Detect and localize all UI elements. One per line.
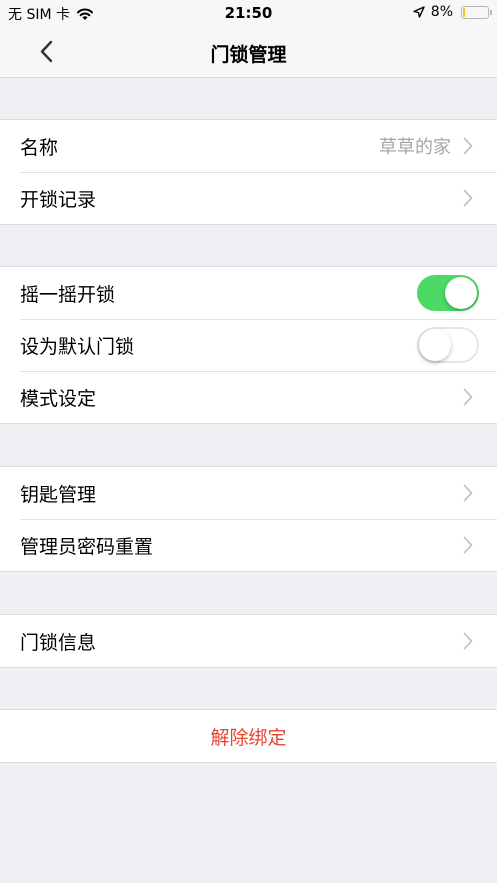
name-label: 名称 — [20, 136, 59, 159]
navigation-bar: 门锁管理 — [0, 26, 497, 78]
door-lock-management-screen: 无 SIM 卡 21:50 8% 门锁管理 名称 草草的家 开锁记录 摇一摇开锁… — [0, 0, 497, 883]
shake-unlock-toggle[interactable] — [417, 275, 479, 311]
chevron-right-icon — [463, 632, 473, 650]
battery-percent: 8% — [430, 4, 453, 20]
chevron-right-icon — [463, 536, 473, 554]
mode-settings-label: 模式设定 — [20, 387, 97, 410]
admin-password-reset-row[interactable]: 管理员密码重置 — [0, 519, 497, 571]
location-arrow-icon — [413, 6, 425, 18]
unlock-records-label: 开锁记录 — [20, 188, 97, 211]
status-bar: 无 SIM 卡 21:50 8% — [0, 0, 497, 26]
settings-group-unbind: 解除绑定 — [0, 709, 497, 763]
admin-password-reset-label: 管理员密码重置 — [20, 535, 154, 558]
settings-group-info: 门锁信息 — [0, 614, 497, 668]
chevron-right-icon — [463, 484, 473, 502]
default-lock-toggle[interactable] — [417, 327, 479, 363]
name-value: 草草的家 — [379, 137, 451, 158]
unbind-button[interactable]: 解除绑定 — [0, 710, 497, 762]
toggle-knob — [445, 277, 477, 309]
key-management-row[interactable]: 钥匙管理 — [0, 467, 497, 519]
chevron-right-icon — [463, 388, 473, 406]
shake-unlock-label: 摇一摇开锁 — [20, 283, 116, 306]
name-row[interactable]: 名称 草草的家 — [0, 120, 497, 172]
settings-group-keys: 钥匙管理 管理员密码重置 — [0, 466, 497, 572]
settings-group-basic: 名称 草草的家 开锁记录 — [0, 119, 497, 225]
battery-fill — [463, 7, 465, 17]
unlock-records-row[interactable]: 开锁记录 — [0, 172, 497, 224]
page-title: 门锁管理 — [210, 44, 287, 66]
key-management-label: 钥匙管理 — [20, 483, 97, 506]
chevron-right-icon — [463, 189, 473, 207]
settings-group-unlock: 摇一摇开锁 设为默认门锁 模式设定 — [0, 266, 497, 424]
default-lock-label: 设为默认门锁 — [20, 335, 135, 358]
toggle-knob — [419, 329, 451, 361]
lock-info-row[interactable]: 门锁信息 — [0, 615, 497, 667]
unbind-label: 解除绑定 — [210, 726, 287, 749]
battery-icon — [461, 5, 492, 19]
mode-settings-row[interactable]: 模式设定 — [0, 371, 497, 423]
chevron-right-icon — [463, 137, 473, 155]
shake-unlock-row: 摇一摇开锁 — [0, 267, 497, 319]
default-lock-row: 设为默认门锁 — [0, 319, 497, 371]
lock-info-label: 门锁信息 — [20, 631, 97, 654]
status-right: 8% — [413, 4, 492, 20]
